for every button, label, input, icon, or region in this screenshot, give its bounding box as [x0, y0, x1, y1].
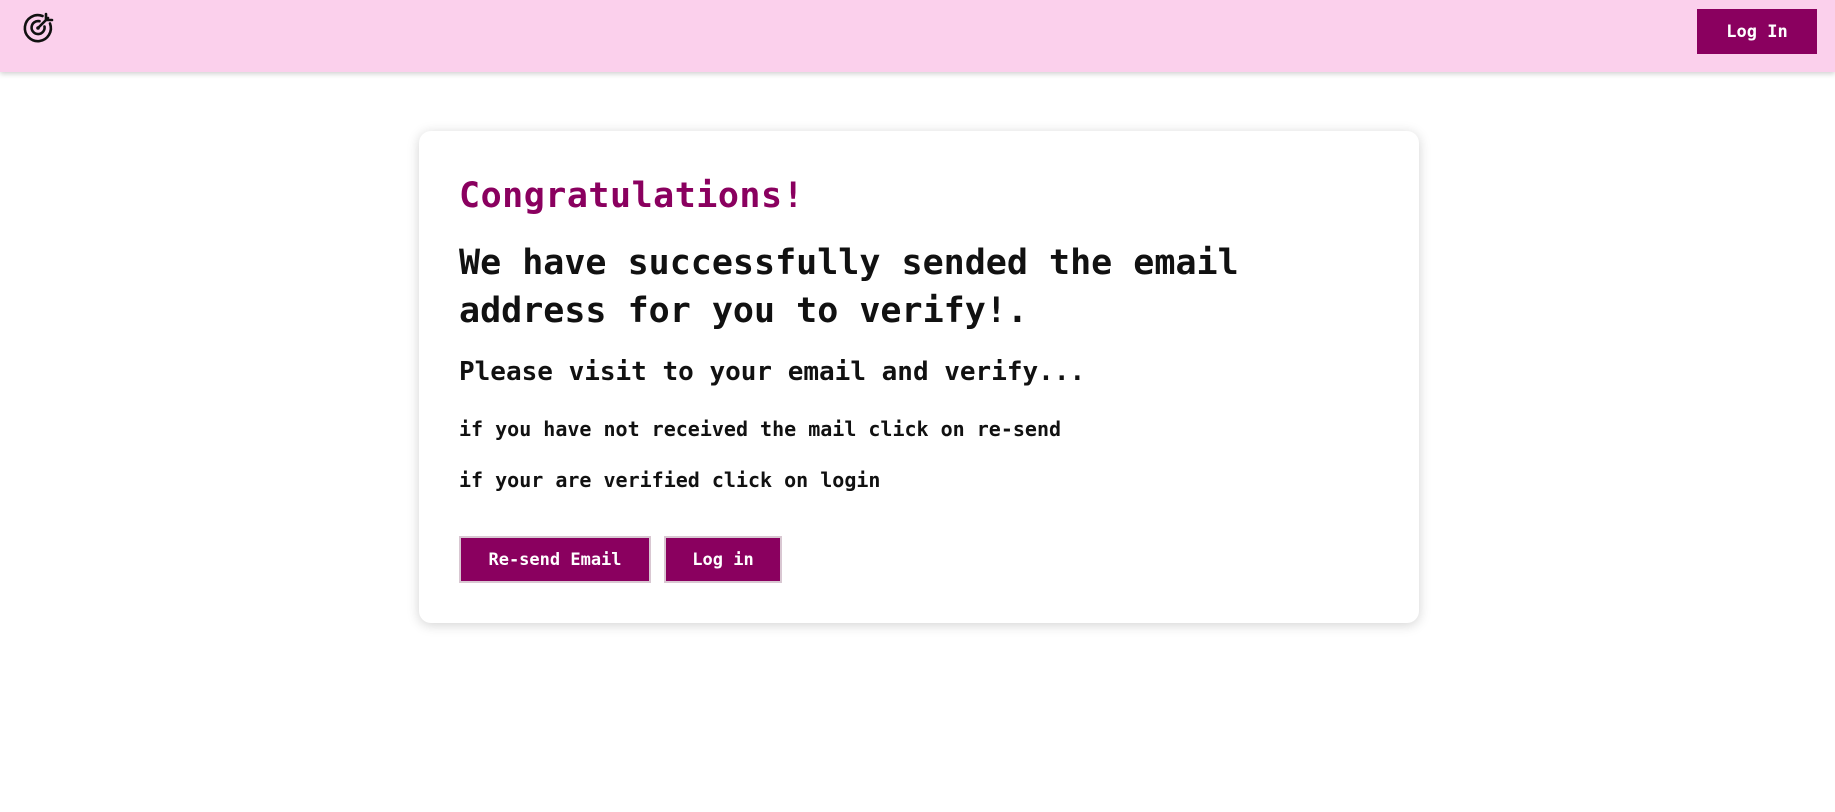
login-hint: if your are verified click on login [459, 468, 881, 492]
header-login-button[interactable]: Log In [1697, 9, 1817, 54]
congratulations-heading: Congratulations! [459, 176, 805, 216]
resend-hint: if you have not received the mail click … [459, 417, 1062, 441]
login-button[interactable]: Log in [664, 536, 782, 583]
top-navbar: Log In [0, 0, 1835, 72]
verification-card: Congratulations! We have successfully se… [419, 131, 1419, 623]
target-arrow-icon[interactable] [22, 10, 56, 44]
verify-instruction: Please visit to your email and verify... [459, 357, 1086, 387]
resend-email-button[interactable]: Re-send Email [459, 536, 651, 583]
email-sent-message: We have successfully sended the email ad… [459, 243, 1239, 331]
